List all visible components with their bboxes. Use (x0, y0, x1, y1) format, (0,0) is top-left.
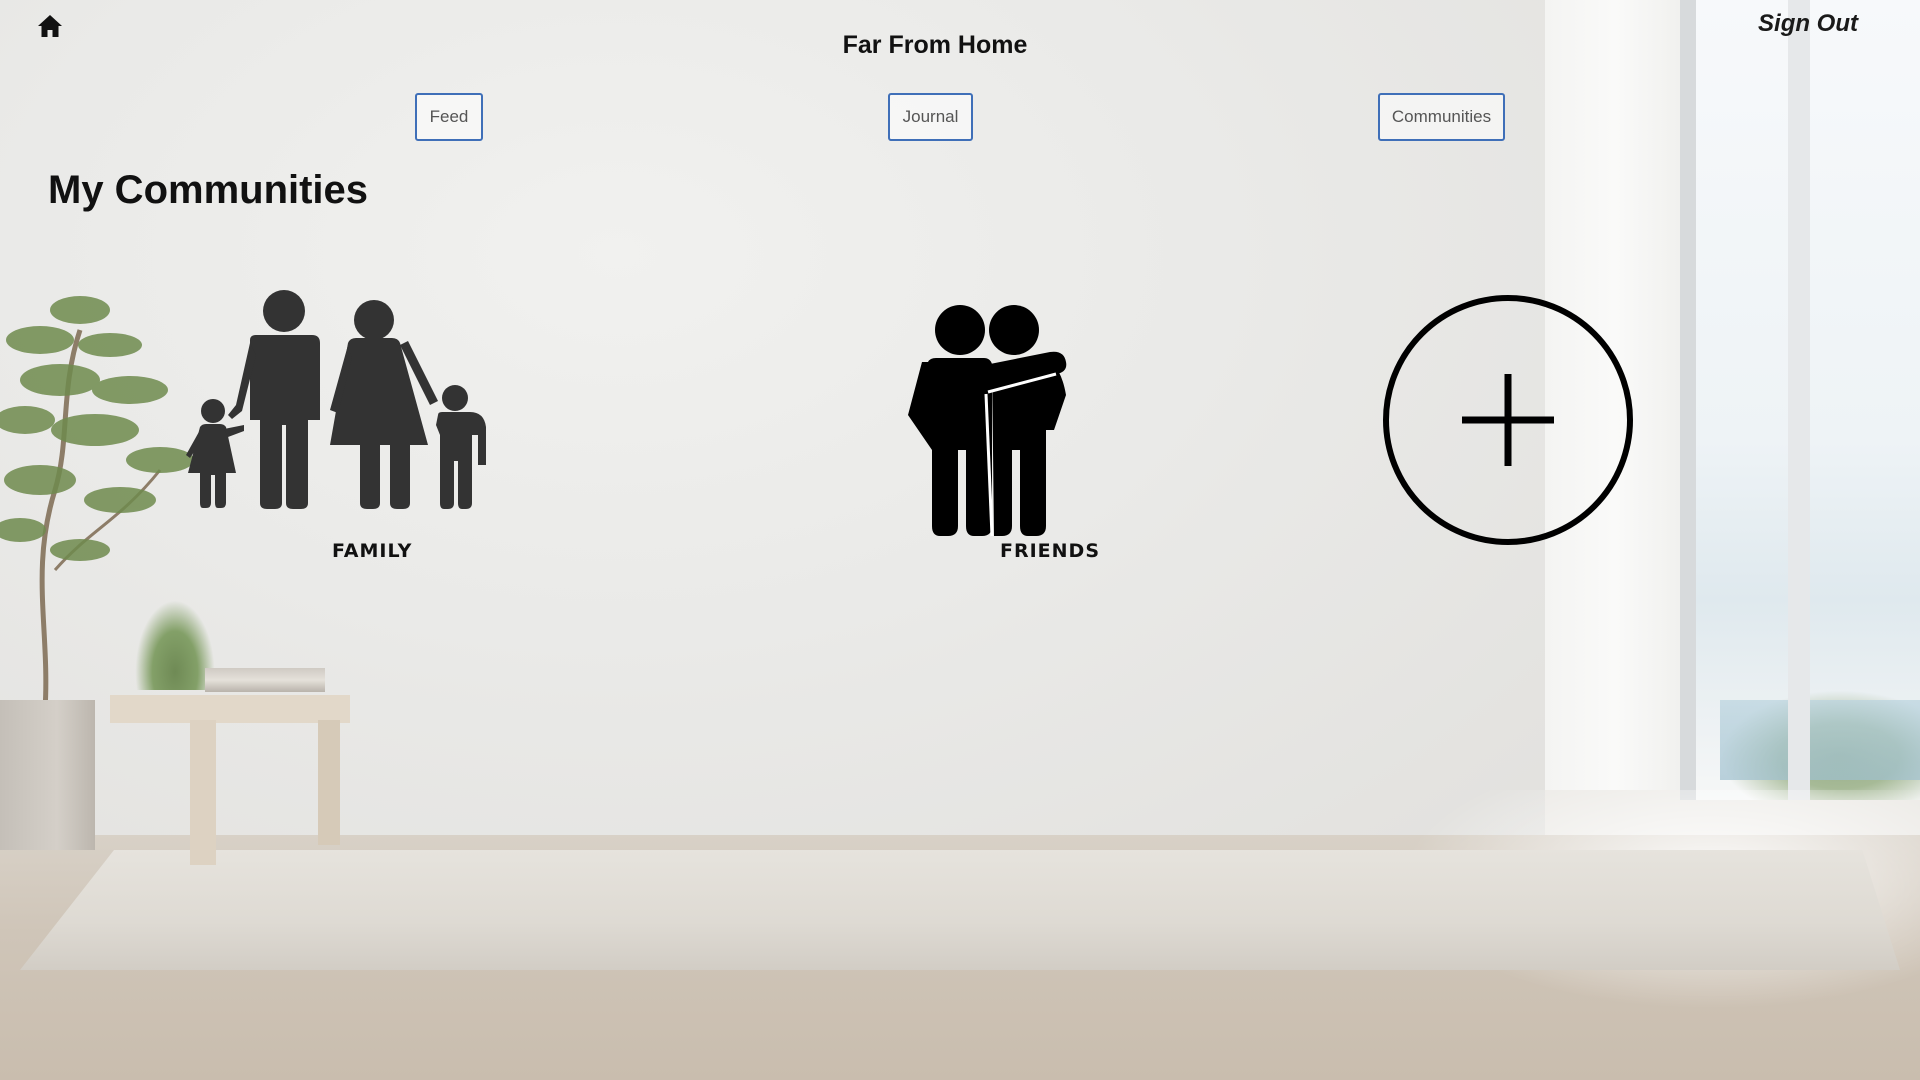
friends-icon (908, 305, 1067, 537)
page-title: My Communities (48, 168, 369, 212)
family-icon (186, 290, 486, 509)
community-friends[interactable]: FRIENDS (900, 300, 1120, 575)
add-circle-icon (1383, 295, 1633, 545)
background-sea (1720, 700, 1920, 780)
journal-button[interactable]: Journal (888, 93, 973, 141)
feed-button[interactable]: Feed (415, 93, 483, 141)
background-rug (20, 850, 1900, 970)
window-frame (1788, 0, 1810, 800)
community-label-family: FAMILY (332, 540, 413, 562)
background-small-plant (135, 600, 215, 690)
community-label-friends: FRIENDS (1000, 540, 1101, 562)
background-table-leg (318, 720, 340, 845)
sign-out-link[interactable]: Sign Out (1758, 10, 1858, 38)
community-family[interactable]: FAMILY (180, 285, 500, 575)
background-table-leg (190, 720, 216, 865)
background-books (205, 668, 325, 692)
window-frame (1680, 0, 1696, 800)
background-side-table (110, 695, 350, 723)
add-community-button[interactable] (1380, 292, 1636, 548)
background-pot (0, 700, 95, 850)
communities-button[interactable]: Communities (1378, 93, 1505, 141)
app-title: Far From Home (842, 31, 1028, 59)
